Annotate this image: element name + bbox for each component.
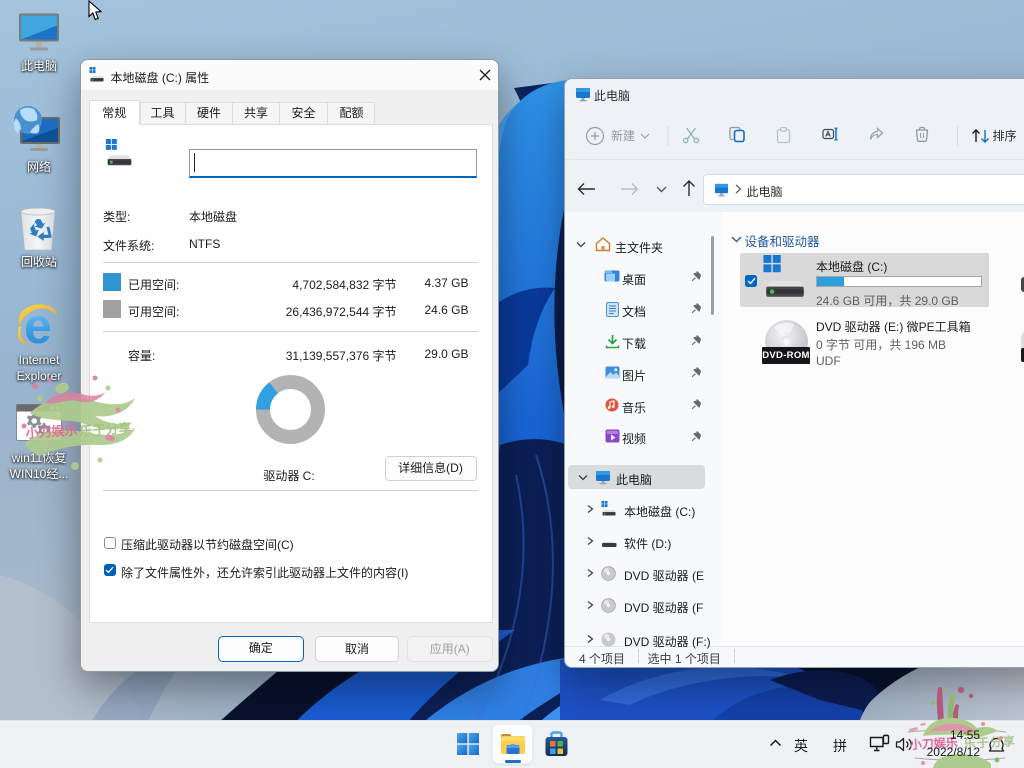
svg-text:排序: 排序 bbox=[992, 128, 1016, 143]
svg-text:新建: 新建 bbox=[611, 128, 635, 143]
